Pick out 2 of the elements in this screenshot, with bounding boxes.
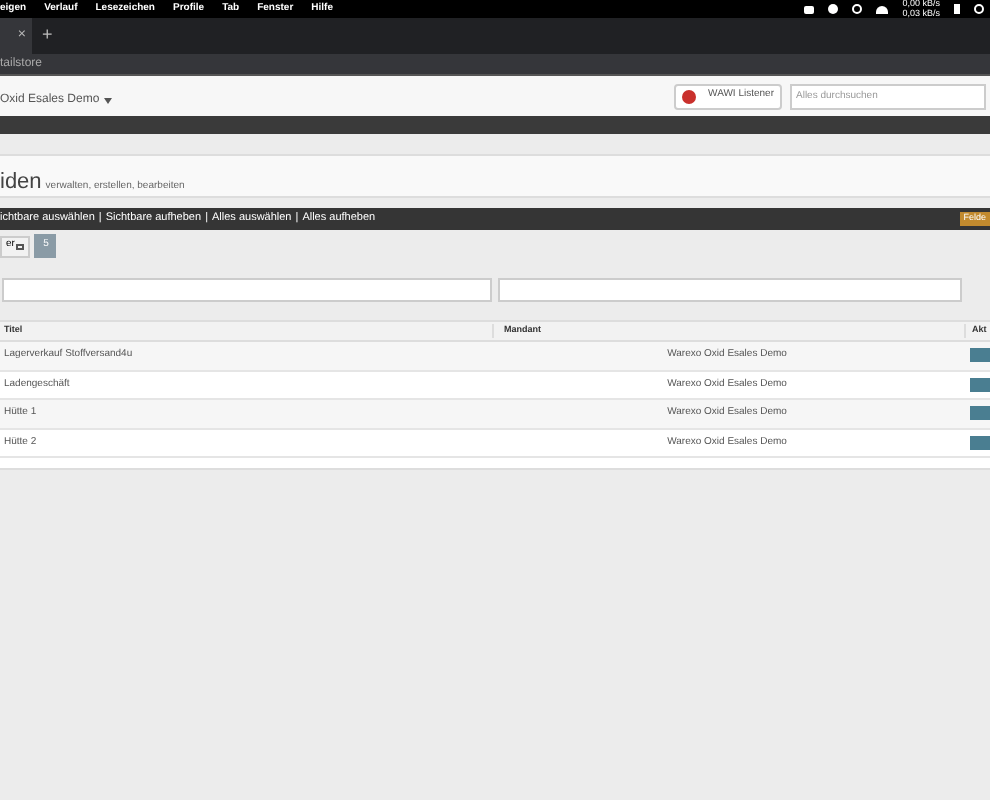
page-title: iden (0, 168, 42, 198)
new-tab-button[interactable]: + (42, 22, 53, 50)
